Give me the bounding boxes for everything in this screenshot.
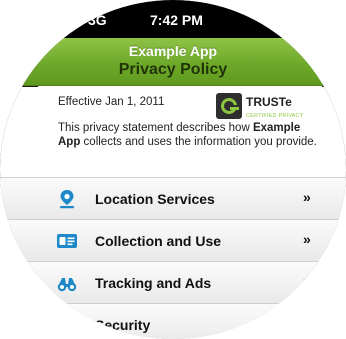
menu-item-tracking-and-ads[interactable]: Tracking and Ads » xyxy=(0,261,346,303)
id-card-icon xyxy=(57,234,77,248)
statement-pre: This privacy statement describes how xyxy=(58,122,253,134)
menu-item-label: Tracking and Ads xyxy=(95,275,212,291)
chevron-right-icon: » xyxy=(303,231,311,247)
nav-header: Example App Privacy Policy xyxy=(0,38,346,86)
app-name: Example App xyxy=(128,43,218,59)
menu-item-collection-and-use[interactable]: Collection and Use » xyxy=(0,219,346,261)
status-bar: 3G 7:42 PM xyxy=(0,0,346,38)
network-indicator: 3G xyxy=(88,12,107,28)
chevron-right-icon: » xyxy=(303,315,311,331)
status-time: 7:42 PM xyxy=(150,12,203,28)
truste-brand: TRUSTe xyxy=(246,95,292,109)
device-frame: 3G 7:42 PM Example App Privacy Policy Ef… xyxy=(0,0,346,339)
menu-item-label: Collection and Use xyxy=(95,233,222,249)
menu-item-label: Security xyxy=(95,317,151,333)
menu-item-location-services[interactable]: Location Services » xyxy=(0,177,346,219)
truste-logo[interactable]: TRUSTe CERTIFIED PRIVACY xyxy=(216,93,312,119)
shield-icon xyxy=(59,316,75,334)
statement-post: collects and uses the information you pr… xyxy=(80,136,317,148)
menu-item-security[interactable]: Security » xyxy=(0,303,346,339)
menu-item-label: Location Services xyxy=(95,191,215,207)
location-pin-icon xyxy=(60,190,74,209)
binoculars-icon xyxy=(57,278,77,292)
truste-badge-icon xyxy=(216,93,242,119)
page-title: Privacy Policy xyxy=(118,61,228,78)
chevron-right-icon: » xyxy=(303,189,311,205)
privacy-statement: This privacy statement describes how Exa… xyxy=(58,121,318,149)
effective-date: Effective Jan 1, 2011 xyxy=(58,96,165,108)
chevron-right-icon: » xyxy=(303,273,311,289)
policy-intro: Effective Jan 1, 2011 TRUSTe CERTIFIED P… xyxy=(0,87,346,177)
policy-menu: Location Services » Collection and Use » xyxy=(0,177,346,339)
